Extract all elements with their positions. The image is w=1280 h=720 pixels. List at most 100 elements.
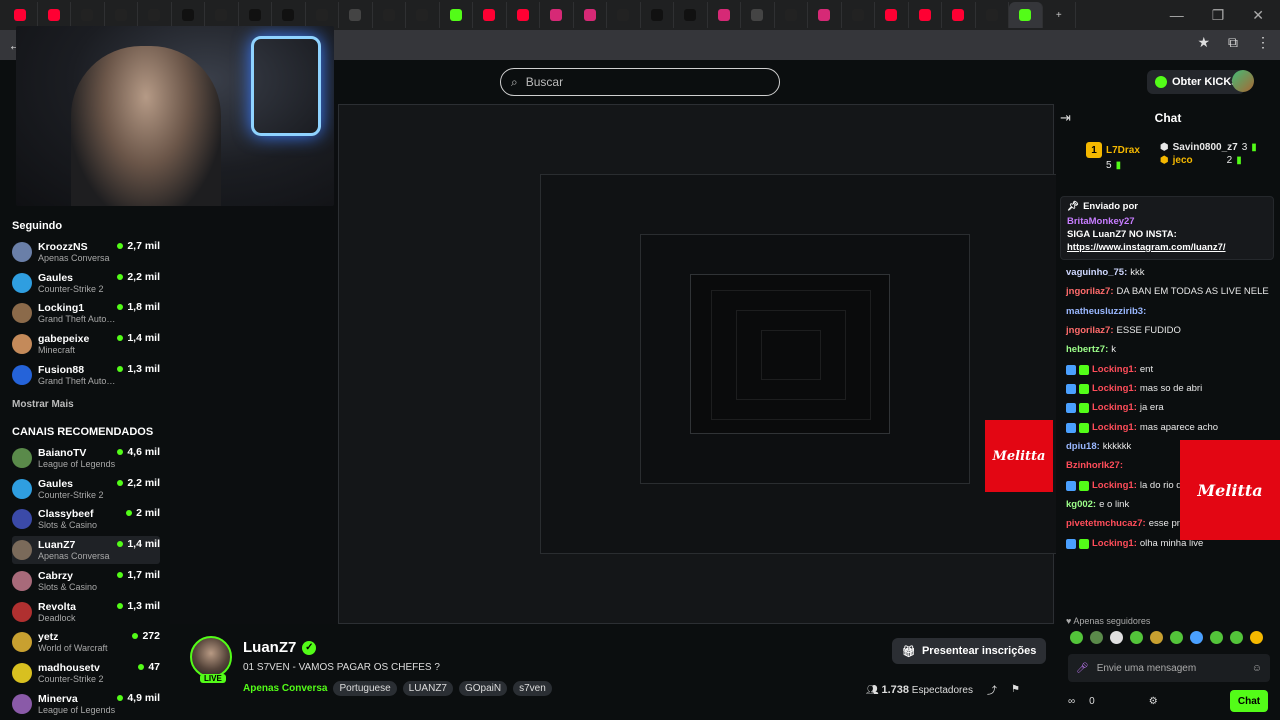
emote-icon[interactable]: [1250, 631, 1263, 644]
sidebar-channel-gaules[interactable]: Gaules Counter-Strike 2 2,2 mil: [12, 475, 160, 503]
browser-tab[interactable]: [842, 2, 875, 28]
emote-icon[interactable]: [1170, 631, 1183, 644]
pinned-link[interactable]: https://www.instagram.com/luanz7/: [1067, 242, 1267, 253]
emoji-icon[interactable]: ☺: [1252, 663, 1262, 674]
chat-username[interactable]: Locking1:: [1092, 383, 1137, 395]
browser-tab[interactable]: [942, 2, 976, 28]
chat-username[interactable]: Locking1:: [1092, 422, 1137, 434]
browser-tab[interactable]: [138, 2, 172, 28]
browser-tab[interactable]: [440, 2, 473, 28]
browser-tab[interactable]: [641, 2, 674, 28]
browser-tab[interactable]: [172, 2, 205, 28]
browser-tab[interactable]: [741, 2, 775, 28]
emote-icon[interactable]: [1190, 631, 1203, 644]
report-icon[interactable]: ⚑: [1011, 684, 1020, 695]
share-icon[interactable]: ⤴: [987, 682, 997, 697]
browser-tab[interactable]: [909, 2, 942, 28]
browser-tab[interactable]: [239, 2, 272, 28]
browser-tab[interactable]: [473, 2, 507, 28]
kicks-infinity[interactable]: ∞: [1068, 696, 1075, 707]
sidebar-channel-fusion88[interactable]: Fusion88 Grand Theft Auto V... 1,3 mil: [12, 361, 160, 389]
get-kicks-button[interactable]: Obter KICKs: [1147, 70, 1246, 94]
category-link[interactable]: Apenas Conversa: [243, 683, 327, 694]
sidebar-channel-cabrzy[interactable]: Cabrzy Slots & Casino 1,7 mil: [12, 567, 160, 595]
emote-icon[interactable]: [1150, 631, 1163, 644]
extensions-icon[interactable]: ⧉: [1228, 34, 1238, 51]
gift-subs-button[interactable]: 🎁︎ Presentear inscrições: [892, 638, 1047, 664]
chat-username[interactable]: kg002:: [1066, 499, 1096, 511]
search-input[interactable]: ⌕ Buscar: [500, 68, 780, 96]
sidebar-channel-kroozzns[interactable]: KroozzNS Apenas Conversa 2,7 mil: [12, 238, 160, 266]
browser-tab[interactable]: [406, 2, 440, 28]
browser-tab[interactable]: [875, 2, 909, 28]
channel-viewers: 47: [138, 661, 160, 673]
browser-tab[interactable]: [4, 2, 38, 28]
emote-icon[interactable]: [1230, 631, 1243, 644]
browser-tab[interactable]: [373, 2, 406, 28]
sidebar-channel-revolta[interactable]: Revolta Deadlock 1,3 mil: [12, 598, 160, 626]
chat-username[interactable]: Bzinhorlk27:: [1066, 460, 1123, 472]
browser-tab[interactable]: [808, 2, 842, 28]
user-avatar[interactable]: [1232, 70, 1254, 92]
emote-icon[interactable]: [1130, 631, 1143, 644]
tag-chip[interactable]: GOpaiN: [459, 681, 508, 696]
browser-tab[interactable]: [574, 2, 607, 28]
chat-username[interactable]: hebertz7:: [1066, 344, 1108, 356]
chat-username[interactable]: matheusluzzirib3:: [1066, 306, 1146, 318]
browser-tab[interactable]: [708, 2, 741, 28]
show-more-link[interactable]: Mostrar Mais: [12, 399, 74, 410]
chat-username[interactable]: Locking1:: [1092, 364, 1137, 376]
emote-icon[interactable]: [1070, 631, 1083, 644]
settings-gear-icon[interactable]: ⚙: [1149, 696, 1158, 707]
menu-icon[interactable]: ⋮: [1256, 34, 1270, 51]
sidebar-channel-yetz[interactable]: yetz World of Warcraft 272: [12, 628, 160, 656]
sidebar-channel-luanz7[interactable]: LuanZ7 Apenas Conversa 1,4 mil: [12, 536, 160, 565]
streamer-avatar[interactable]: [190, 636, 232, 678]
browser-tab[interactable]: [607, 2, 641, 28]
browser-tab[interactable]: [775, 2, 808, 28]
close-window-icon[interactable]: ✕: [1252, 7, 1264, 24]
sidebar-channel-baianotv[interactable]: BaianoTV League of Legends 4,6 mil: [12, 444, 160, 472]
emote-icon[interactable]: [1090, 631, 1103, 644]
emote-icon[interactable]: [1210, 631, 1223, 644]
sidebar-channel-locking1[interactable]: Locking1 Grand Theft Auto V... 1,8 mil: [12, 299, 160, 327]
chat-username[interactable]: Locking1:: [1092, 402, 1137, 414]
chat-username[interactable]: dpiu18:: [1066, 441, 1100, 453]
tag-chip[interactable]: s7ven: [513, 681, 552, 696]
chat-username[interactable]: jngorilaz7:: [1066, 325, 1114, 337]
browser-tab[interactable]: [105, 2, 138, 28]
chat-message-input[interactable]: 🎤︎ Envie uma mensagem ☺: [1068, 654, 1270, 682]
sidebar-channel-madhousetv[interactable]: madhousetv Counter-Strike 2 47: [12, 659, 160, 687]
sidebar-channel-minerva[interactable]: Minerva League of Legends 4,9 mil: [12, 690, 160, 718]
browser-tab[interactable]: [306, 2, 339, 28]
chat-username[interactable]: vaguinho_75:: [1066, 267, 1127, 279]
sidebar-channel-gaules[interactable]: Gaules Counter-Strike 2 2,2 mil: [12, 269, 160, 297]
chat-username[interactable]: pivetetmchucaz7:: [1066, 518, 1146, 530]
send-chat-button[interactable]: Chat: [1230, 690, 1268, 712]
browser-tab[interactable]: [339, 2, 373, 28]
sidebar-channel-gabepeixe[interactable]: gabepeixe Minecraft 1,4 mil: [12, 330, 160, 358]
browser-tab[interactable]: [205, 2, 239, 28]
bookmark-star-icon[interactable]: ★: [1197, 34, 1210, 51]
chat-username[interactable]: Locking1:: [1092, 480, 1137, 492]
browser-tab[interactable]: [272, 2, 306, 28]
emote-icon[interactable]: [1110, 631, 1123, 644]
browser-tab[interactable]: [674, 2, 708, 28]
browser-tab[interactable]: [1009, 2, 1043, 28]
browser-tab[interactable]: [38, 2, 71, 28]
tag-chip[interactable]: Portuguese: [333, 681, 397, 696]
channel-category: Grand Theft Auto V...: [38, 314, 118, 325]
chat-username[interactable]: jngorilaz7:: [1066, 286, 1114, 298]
mic-icon[interactable]: 🎤︎: [1076, 663, 1089, 674]
maximize-icon[interactable]: ❐: [1212, 7, 1225, 24]
new-tab-button[interactable]: +: [1043, 2, 1076, 28]
browser-tab[interactable]: [540, 2, 574, 28]
chat-username[interactable]: Locking1:: [1092, 538, 1137, 550]
browser-tab[interactable]: [71, 2, 105, 28]
minimize-icon[interactable]: —: [1170, 7, 1184, 23]
tag-chip[interactable]: LUANZ7: [402, 681, 453, 696]
browser-tab[interactable]: [976, 2, 1009, 28]
sidebar-channel-classybeef[interactable]: Classybeef Slots & Casino 2 mil: [12, 505, 160, 533]
browser-tab[interactable]: [507, 2, 540, 28]
streamer-name[interactable]: LuanZ7 ✓: [243, 639, 317, 656]
